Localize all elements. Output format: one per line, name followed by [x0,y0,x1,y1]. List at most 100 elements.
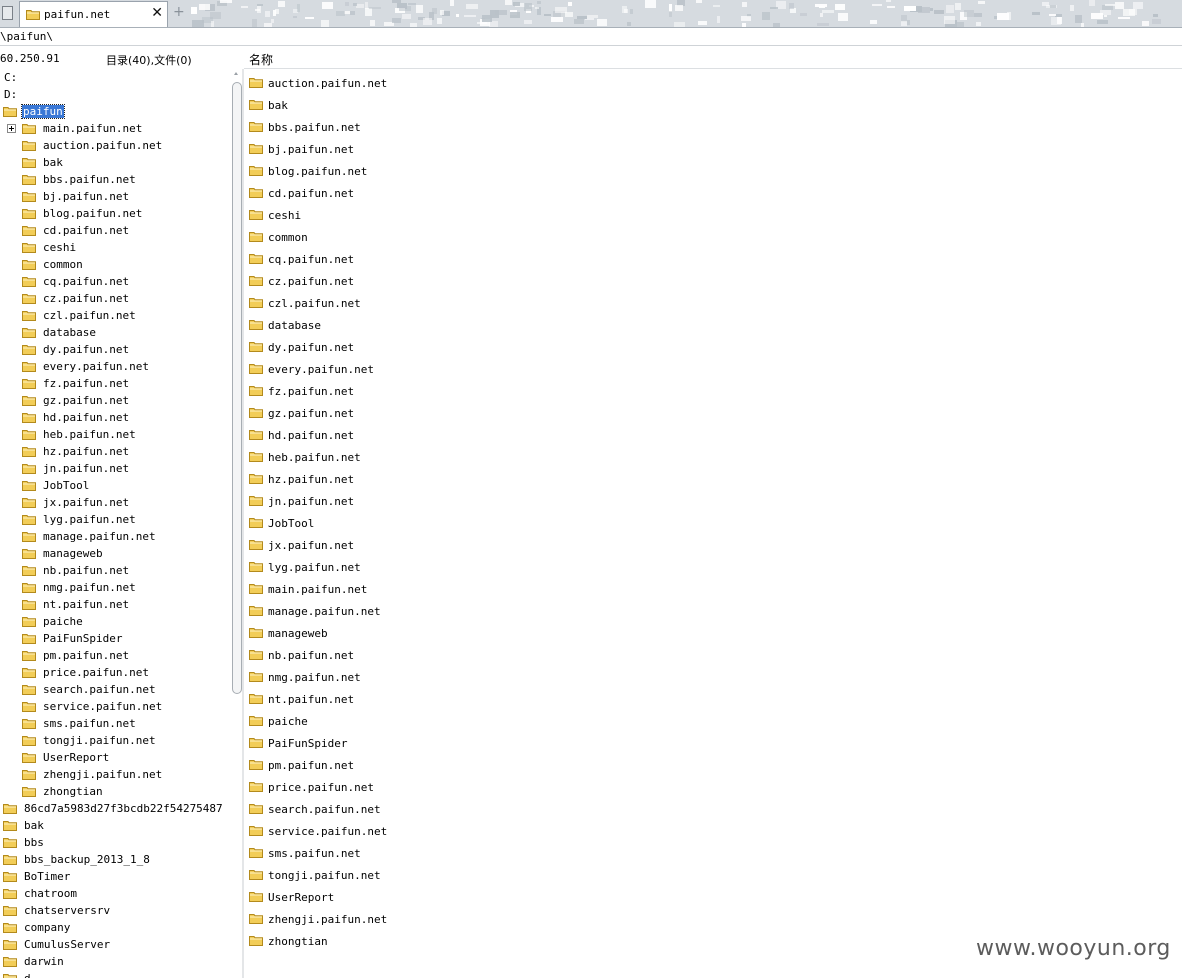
list-item[interactable]: nt.paifun.net [244,688,1182,710]
list-item[interactable]: auction.paifun.net [244,72,1182,94]
list-item[interactable]: UserReport [244,886,1182,908]
tree-item[interactable]: blog.paifun.net [0,205,231,222]
tree-item[interactable]: hd.paifun.net [0,409,231,426]
list-item[interactable]: tongji.paifun.net [244,864,1182,886]
list-item[interactable]: hz.paifun.net [244,468,1182,490]
scrollbar-thumb[interactable] [232,82,242,694]
tree-item[interactable]: database [0,324,231,341]
tree-item[interactable]: JobTool [0,477,231,494]
tree-item[interactable]: zhengji.paifun.net [0,766,231,783]
column-header-name[interactable]: 名称 [249,51,273,68]
tree-item[interactable]: UserReport [0,749,231,766]
list-item[interactable]: ceshi [244,204,1182,226]
path-bar[interactable]: \paifun\ [0,28,1182,46]
list-item[interactable]: paiche [244,710,1182,732]
list-item[interactable]: gz.paifun.net [244,402,1182,424]
tree-item[interactable]: nb.paifun.net [0,562,231,579]
tree-item[interactable]: manage.paifun.net [0,528,231,545]
tree-item[interactable]: tongji.paifun.net [0,732,231,749]
tree-item[interactable]: common [0,256,231,273]
list-item[interactable]: JobTool [244,512,1182,534]
list-item[interactable]: fz.paifun.net [244,380,1182,402]
list-item[interactable]: bbs.paifun.net [244,116,1182,138]
document-icon[interactable] [2,6,13,20]
tree-drive[interactable]: D: [0,86,231,103]
list-item[interactable]: cz.paifun.net [244,270,1182,292]
tree-item[interactable]: bbs [0,834,231,851]
tree-item[interactable]: manageweb [0,545,231,562]
tree-item[interactable]: d [0,970,231,978]
list-item[interactable]: heb.paifun.net [244,446,1182,468]
expand-icon[interactable] [7,124,16,133]
list-item[interactable]: jx.paifun.net [244,534,1182,556]
list-item[interactable]: every.paifun.net [244,358,1182,380]
list-item[interactable]: PaiFunSpider [244,732,1182,754]
tree-item[interactable]: CumulusServer [0,936,231,953]
tree-item[interactable]: search.paifun.net [0,681,231,698]
list-item[interactable]: service.paifun.net [244,820,1182,842]
list-item[interactable]: czl.paifun.net [244,292,1182,314]
list-item[interactable]: common [244,226,1182,248]
tree-drive[interactable]: C: [0,69,231,86]
list-item[interactable]: search.paifun.net [244,798,1182,820]
list-item[interactable]: bj.paifun.net [244,138,1182,160]
tree-item[interactable]: heb.paifun.net [0,426,231,443]
list-item[interactable]: bak [244,94,1182,116]
list-item[interactable]: pm.paifun.net [244,754,1182,776]
list-item[interactable]: hd.paifun.net [244,424,1182,446]
list-item[interactable]: main.paifun.net [244,578,1182,600]
list-item[interactable]: zhengji.paifun.net [244,908,1182,930]
tree-item[interactable]: chatserversrv [0,902,231,919]
tree-item[interactable]: bak [0,154,231,171]
tree-item[interactable]: 86cd7a5983d27f3bcdb22f54275487 [0,800,231,817]
tree-scrollbar[interactable] [231,69,242,978]
list-item[interactable]: blog.paifun.net [244,160,1182,182]
tree-item[interactable]: darwin [0,953,231,970]
tree-item[interactable]: main.paifun.net [0,120,231,137]
list-item[interactable]: cq.paifun.net [244,248,1182,270]
list-item[interactable]: dy.paifun.net [244,336,1182,358]
tree-item[interactable]: PaiFunSpider [0,630,231,647]
tree-item[interactable]: cq.paifun.net [0,273,231,290]
tree-item[interactable]: gz.paifun.net [0,392,231,409]
tree-item[interactable]: chatroom [0,885,231,902]
list-item[interactable]: jn.paifun.net [244,490,1182,512]
list-item[interactable]: cd.paifun.net [244,182,1182,204]
tree-item[interactable]: auction.paifun.net [0,137,231,154]
tree-item[interactable]: bak [0,817,231,834]
list-item[interactable]: lyg.paifun.net [244,556,1182,578]
tree-item[interactable]: BoTimer [0,868,231,885]
tree-item[interactable]: fz.paifun.net [0,375,231,392]
tree-item[interactable]: bj.paifun.net [0,188,231,205]
tree-item[interactable]: dy.paifun.net [0,341,231,358]
list-item[interactable]: nmg.paifun.net [244,666,1182,688]
tree-item[interactable]: zhongtian [0,783,231,800]
list-item[interactable]: sms.paifun.net [244,842,1182,864]
tree-item[interactable]: pm.paifun.net [0,647,231,664]
tree-item[interactable]: jx.paifun.net [0,494,231,511]
tree-item[interactable]: jn.paifun.net [0,460,231,477]
tree-item[interactable]: ceshi [0,239,231,256]
scroll-up-arrow[interactable] [234,72,238,75]
list-item[interactable]: nb.paifun.net [244,644,1182,666]
tree-item[interactable]: nt.paifun.net [0,596,231,613]
add-tab-icon[interactable]: + [173,5,185,19]
tree-item[interactable]: company [0,919,231,936]
list-item[interactable]: manage.paifun.net [244,600,1182,622]
tree-item[interactable]: nmg.paifun.net [0,579,231,596]
tree-item[interactable]: paiche [0,613,231,630]
tree-item[interactable]: service.paifun.net [0,698,231,715]
tree-item[interactable]: bbs_backup_2013_1_8 [0,851,231,868]
tree-item[interactable]: price.paifun.net [0,664,231,681]
tree-item[interactable]: lyg.paifun.net [0,511,231,528]
tab-paifun[interactable]: paifun.net ✕ [19,1,168,27]
tree-item[interactable]: hz.paifun.net [0,443,231,460]
tree-item[interactable]: cz.paifun.net [0,290,231,307]
close-icon[interactable]: ✕ [151,5,163,21]
tree-item[interactable]: sms.paifun.net [0,715,231,732]
list-item[interactable]: price.paifun.net [244,776,1182,798]
list-item[interactable]: manageweb [244,622,1182,644]
list-item[interactable]: database [244,314,1182,336]
tree-item[interactable]: cd.paifun.net [0,222,231,239]
tree-item[interactable]: bbs.paifun.net [0,171,231,188]
